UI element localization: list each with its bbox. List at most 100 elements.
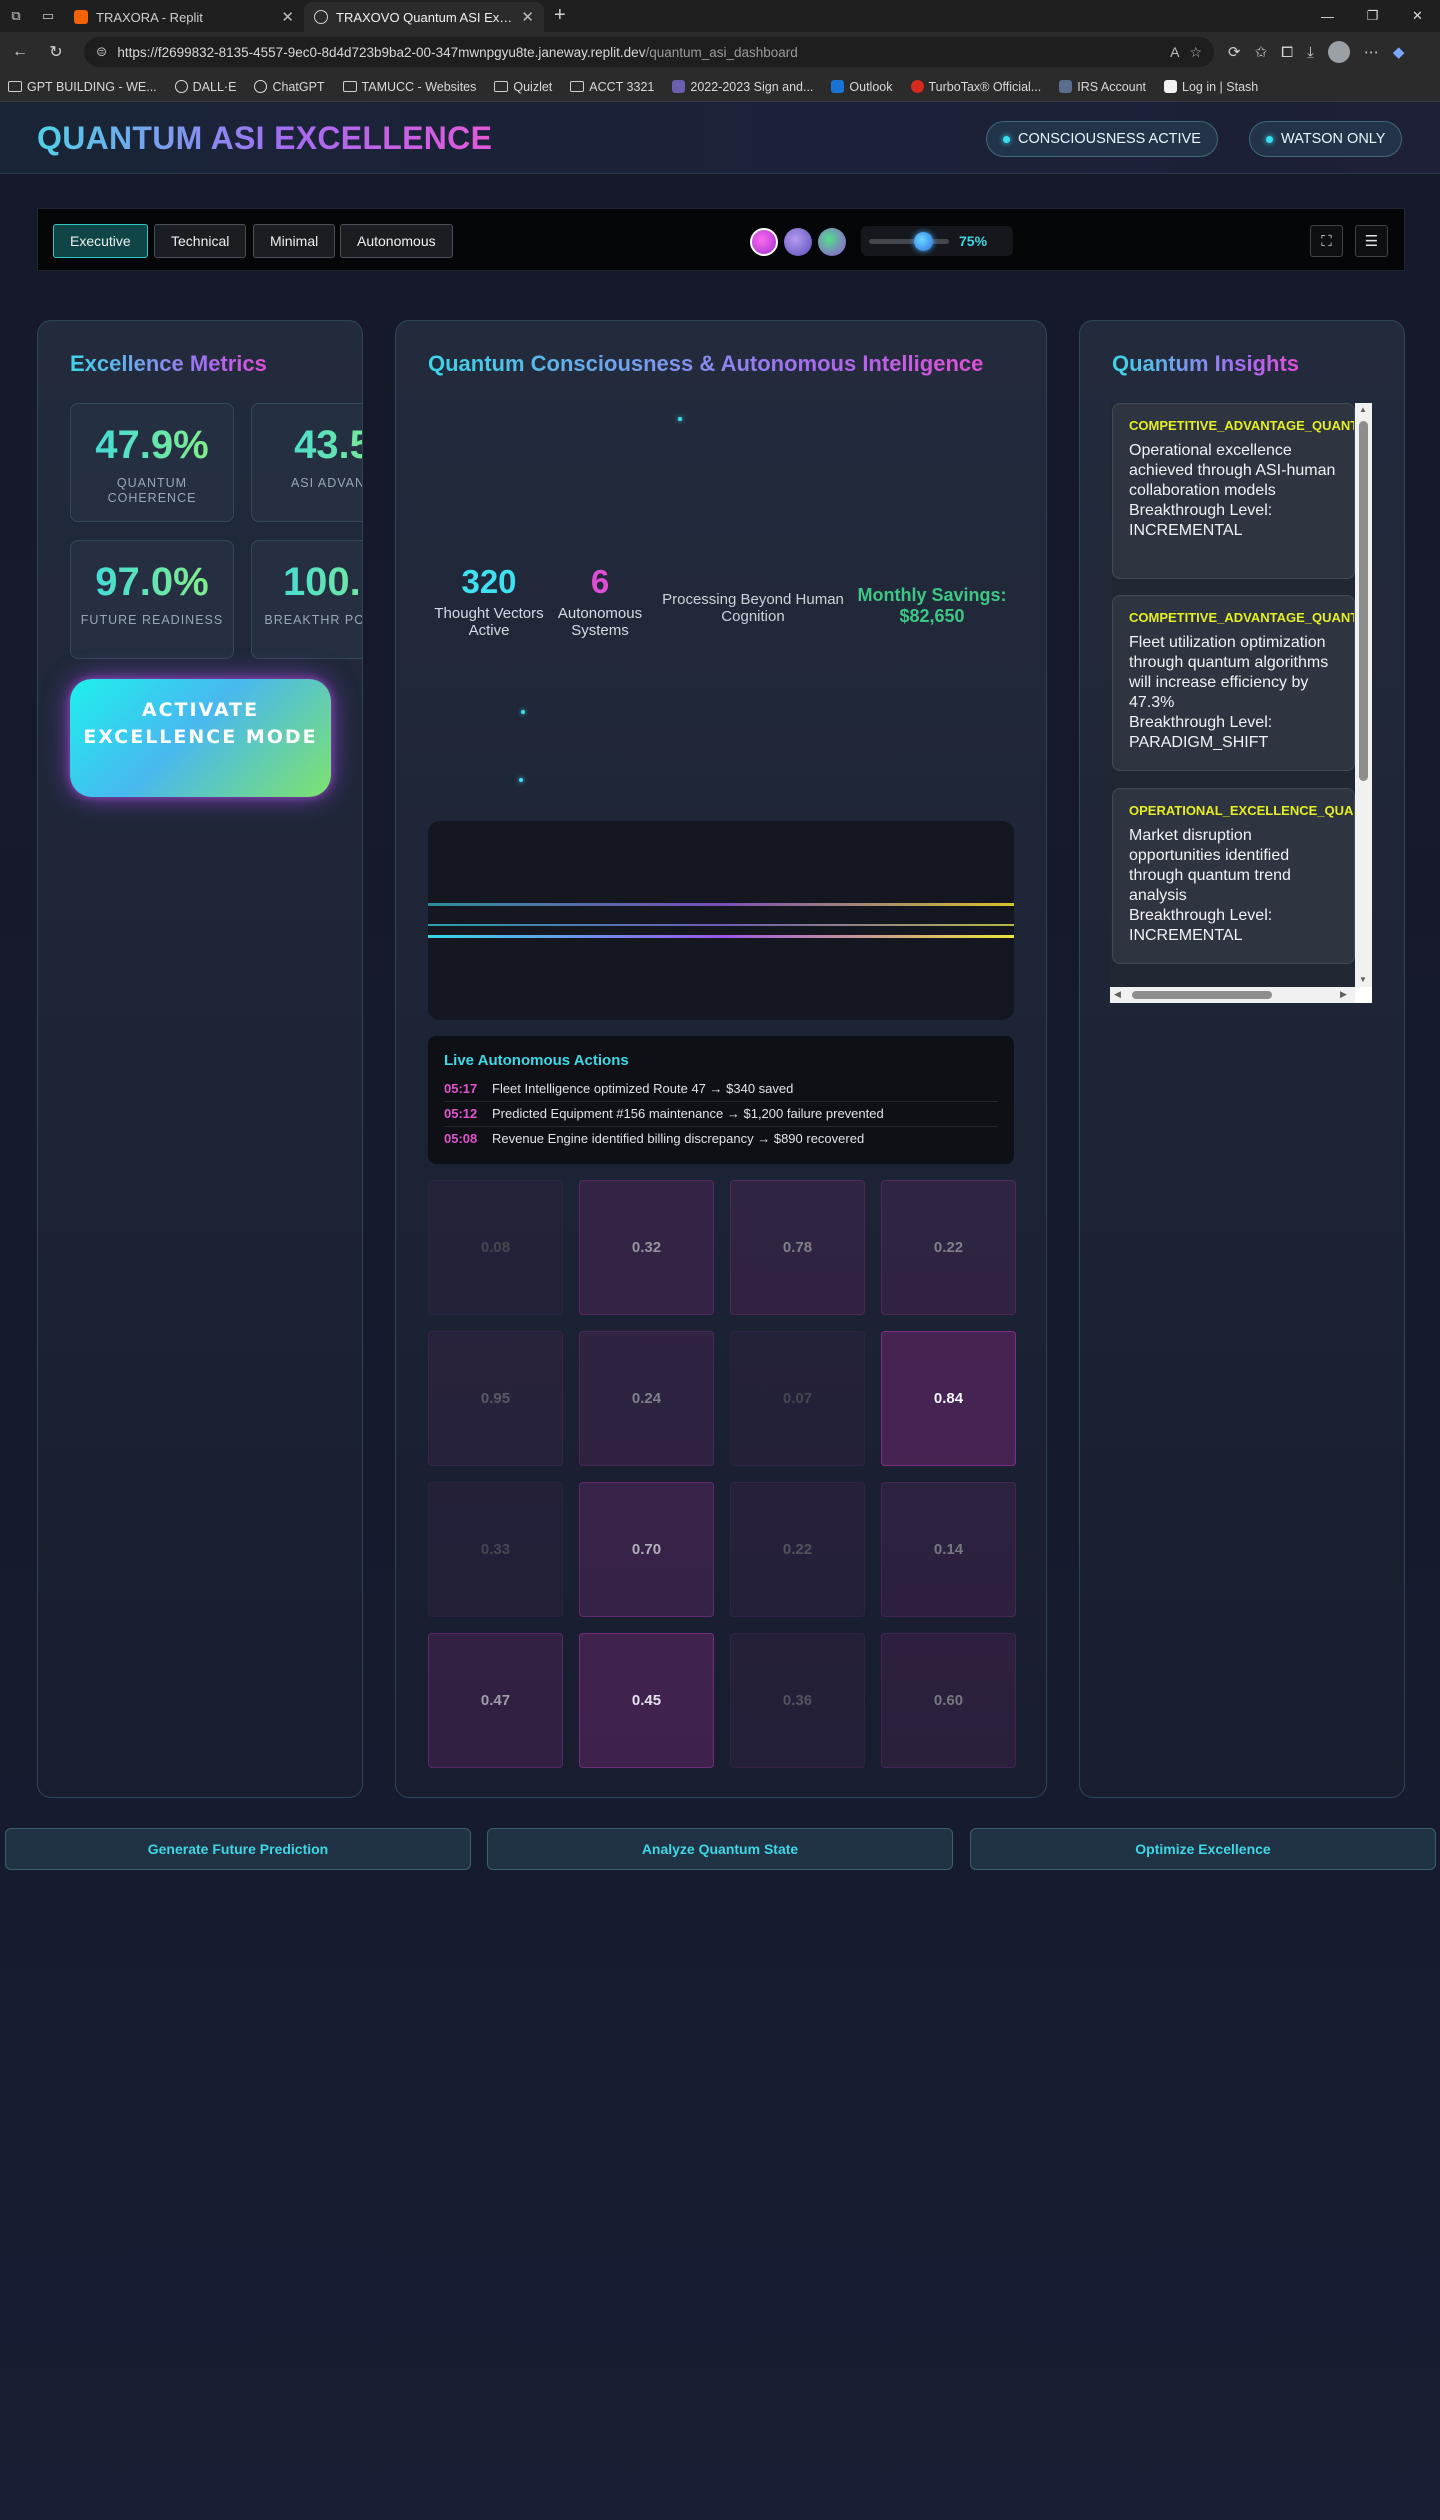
intensity-value: 75% xyxy=(959,233,988,249)
folder-icon xyxy=(494,81,509,92)
replit-favicon-icon xyxy=(74,10,88,24)
matrix-cell: 0.60 xyxy=(881,1633,1016,1768)
scroll-left-icon[interactable]: ◀ xyxy=(1114,989,1121,1000)
bookmark-item[interactable]: TurboTax® Official... xyxy=(910,80,1041,94)
bookmark-item[interactable]: Outlook xyxy=(831,80,893,94)
insights-scroll-area[interactable]: COMPETITIVE_ADVANTAGE_QUANTUM Operationa… xyxy=(1110,403,1372,1003)
vertical-scrollbar[interactable]: ▲ ▼ xyxy=(1355,403,1372,987)
scroll-down-icon[interactable]: ▼ xyxy=(1359,975,1367,984)
matrix-cell: 0.36 xyxy=(730,1633,865,1768)
mode-executive-button[interactable]: Executive xyxy=(53,224,148,258)
panel-title: Quantum Consciousness & Autonomous Intel… xyxy=(428,351,984,376)
stash-icon xyxy=(1164,80,1178,93)
metric-card-asi-advance: 43.5 ASI ADVANC xyxy=(251,403,362,522)
watson-status-badge: WATSON ONLY xyxy=(1249,121,1403,157)
metric-card-breakthrough: 100.0 BREAKTHR POTENT xyxy=(251,540,362,659)
site-info-icon[interactable]: ⊜ xyxy=(96,44,107,60)
theme-swatch-violet[interactable] xyxy=(784,228,812,256)
workspaces-icon[interactable]: ⧉ xyxy=(6,6,26,26)
insight-card: OPERATIONAL_EXCELLENCE_QUANTUM Market di… xyxy=(1112,788,1355,964)
bookmark-item[interactable]: ACCT 3321 xyxy=(570,80,654,94)
more-menu-icon[interactable]: ⋯ xyxy=(1364,43,1379,61)
bookmark-item[interactable]: ChatGPT xyxy=(254,80,325,94)
back-icon[interactable]: ← xyxy=(4,36,36,68)
profile-avatar[interactable] xyxy=(1327,41,1350,63)
bookmark-item[interactable]: Quizlet xyxy=(494,80,552,94)
bookmark-item[interactable]: IRS Account xyxy=(1059,80,1146,94)
favorite-star-icon[interactable]: ☆ xyxy=(1189,44,1202,61)
status-dot-icon xyxy=(1266,135,1273,143)
close-window-icon[interactable]: ✕ xyxy=(1395,0,1440,32)
turbotax-icon xyxy=(910,80,924,93)
url-input[interactable]: ⊜ https://f2699832-8135-4557-9ec0-8d4d72… xyxy=(84,37,1214,67)
mode-minimal-button[interactable]: Minimal xyxy=(253,224,336,258)
app-header: QUANTUM ASI EXCELLENCE CONSCIOUSNESS ACT… xyxy=(0,102,1440,174)
bookmark-item[interactable]: Log in | Stash xyxy=(1164,80,1258,94)
bookmark-item[interactable]: 2022-2023 Sign and... xyxy=(672,80,813,94)
wave-line xyxy=(428,924,1014,926)
folder-icon xyxy=(570,81,585,92)
horizontal-scrollbar[interactable]: ◀ ▶ xyxy=(1110,987,1355,1003)
insights-list: COMPETITIVE_ADVANTAGE_QUANTUM Operationa… xyxy=(1110,403,1355,987)
fullscreen-button[interactable]: ⛶ xyxy=(1310,225,1343,257)
theme-swatch-green[interactable] xyxy=(818,228,846,256)
wave-line xyxy=(428,903,1014,906)
scroll-right-icon[interactable]: ▶ xyxy=(1340,989,1347,1000)
new-tab-icon[interactable]: + xyxy=(554,4,566,27)
collections-icon[interactable]: ⧠ xyxy=(1281,44,1293,61)
excellence-metrics-panel: Excellence Metrics 47.9% QUANTUM COHEREN… xyxy=(37,320,363,1798)
analyze-quantum-button[interactable]: Analyze Quantum State xyxy=(487,1828,953,1870)
favorites-icon[interactable]: ✩ xyxy=(1255,43,1268,61)
bookmark-item[interactable]: GPT BUILDING - WE... xyxy=(8,80,157,94)
scroll-up-icon[interactable]: ▲ xyxy=(1359,405,1367,414)
matrix-cell: 0.47 xyxy=(428,1633,563,1768)
slider-thumb[interactable] xyxy=(914,232,933,251)
intensity-slider[interactable]: 75% xyxy=(861,226,1013,256)
folder-icon xyxy=(8,81,22,92)
matrix-cell: 0.70 xyxy=(579,1482,714,1617)
theme-swatch-magenta[interactable] xyxy=(750,228,778,256)
view-toolbar: Executive Technical Minimal Autonomous 7… xyxy=(37,208,1405,271)
metric-card-coherence: 47.9% QUANTUM COHERENCE xyxy=(70,403,234,522)
downloads-icon[interactable]: ⤓ xyxy=(1307,44,1314,61)
live-actions-feed: Live Autonomous Actions 05:17 Fleet Inte… xyxy=(428,1036,1014,1164)
menu-button[interactable]: ☰ xyxy=(1355,225,1388,257)
copilot-icon[interactable]: ◆ xyxy=(1393,43,1405,61)
browser-tab-traxora[interactable]: TRAXORA - Replit ✕ xyxy=(64,2,304,32)
metric-card-readiness: 97.0% FUTURE READINESS xyxy=(70,540,234,659)
openai-icon xyxy=(254,80,268,93)
matrix-cell: 0.33 xyxy=(428,1482,563,1617)
folder-icon xyxy=(342,81,357,92)
scrollbar-thumb[interactable] xyxy=(1132,991,1272,999)
url-path: /quantum_asi_dashboard xyxy=(645,44,798,60)
action-row: 05:17 Fleet Intelligence optimized Route… xyxy=(444,1077,998,1102)
minimize-icon[interactable]: — xyxy=(1305,0,1350,32)
metrics-clip: 47.9% QUANTUM COHERENCE 43.5 ASI ADVANC … xyxy=(38,321,362,1797)
status-dot-icon xyxy=(1003,135,1010,143)
scrollbar-thumb[interactable] xyxy=(1359,421,1368,781)
particle-dot xyxy=(678,417,682,421)
address-bar-row: ← ↻ ⊜ https://f2699832-8135-4557-9ec0-8d… xyxy=(0,32,1440,72)
mode-autonomous-button[interactable]: Autonomous xyxy=(340,224,453,258)
monthly-savings-stat: Monthly Savings: $82,650 xyxy=(857,585,1007,626)
close-tab-icon[interactable]: ✕ xyxy=(281,8,294,26)
mode-technical-button[interactable]: Technical xyxy=(154,224,247,258)
refresh-extension-icon[interactable]: ⟳ xyxy=(1228,43,1241,61)
read-aloud-icon[interactable]: A xyxy=(1170,44,1179,60)
fullscreen-icon: ⛶ xyxy=(1321,232,1332,250)
bookmark-item[interactable]: DALL·E xyxy=(174,80,236,94)
bookmark-item[interactable]: TAMUCC - Websites xyxy=(342,80,476,94)
reload-icon[interactable]: ↻ xyxy=(40,36,72,68)
close-tab-icon[interactable]: ✕ xyxy=(521,8,534,26)
panel-title: Quantum Insights xyxy=(1112,351,1299,376)
restore-icon[interactable]: ❐ xyxy=(1350,0,1395,32)
vertical-tabs-icon[interactable]: ▭ xyxy=(38,6,58,26)
docusign-icon xyxy=(672,80,686,93)
activate-excellence-button[interactable]: ACTIVATE EXCELLENCE MODE xyxy=(70,679,331,797)
action-row: 05:08 Revenue Engine identified billing … xyxy=(444,1131,865,1146)
matrix-cell: 0.14 xyxy=(881,1482,1016,1617)
optimize-excellence-button[interactable]: Optimize Excellence xyxy=(970,1828,1436,1870)
browser-tab-traxovo[interactable]: TRAXOVO Quantum ASI Excellence ✕ xyxy=(304,2,544,32)
generate-prediction-button[interactable]: Generate Future Prediction xyxy=(5,1828,471,1870)
wave-line xyxy=(428,935,1014,938)
